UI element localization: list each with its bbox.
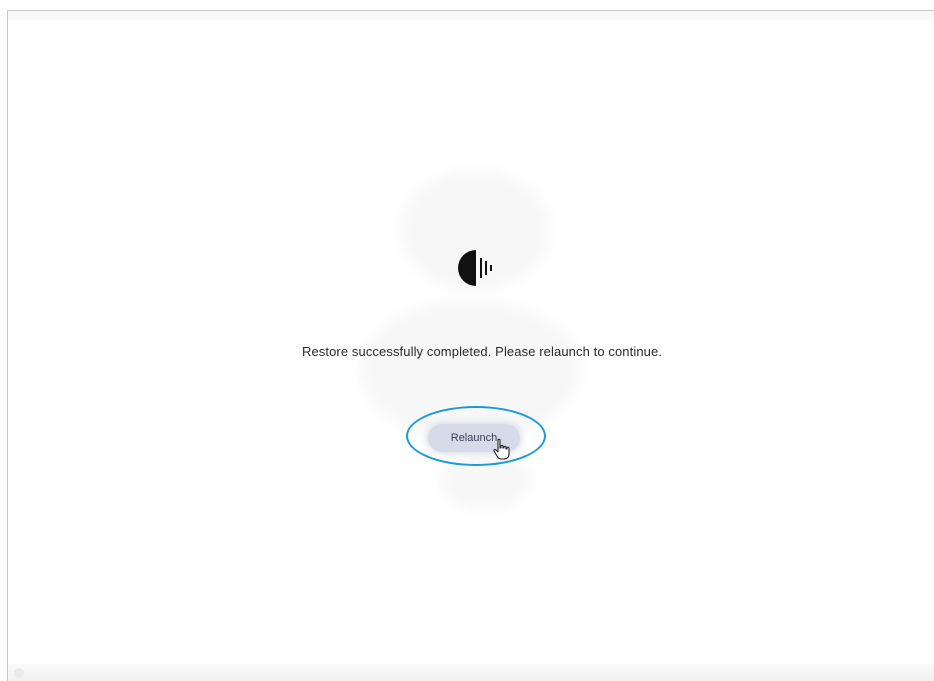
background-decoration: [440, 450, 530, 510]
hand-pointer-icon: [493, 438, 510, 460]
background-decoration: [360, 300, 580, 440]
window-top-bar: [8, 11, 934, 20]
half-circle-soundwave-icon: [458, 250, 492, 286]
restore-status-message: Restore successfully completed. Please r…: [301, 344, 663, 359]
window-bottom-bar: [8, 664, 934, 681]
app-window: Restore successfully completed. Please r…: [0, 0, 934, 681]
status-indicator: [14, 668, 24, 678]
